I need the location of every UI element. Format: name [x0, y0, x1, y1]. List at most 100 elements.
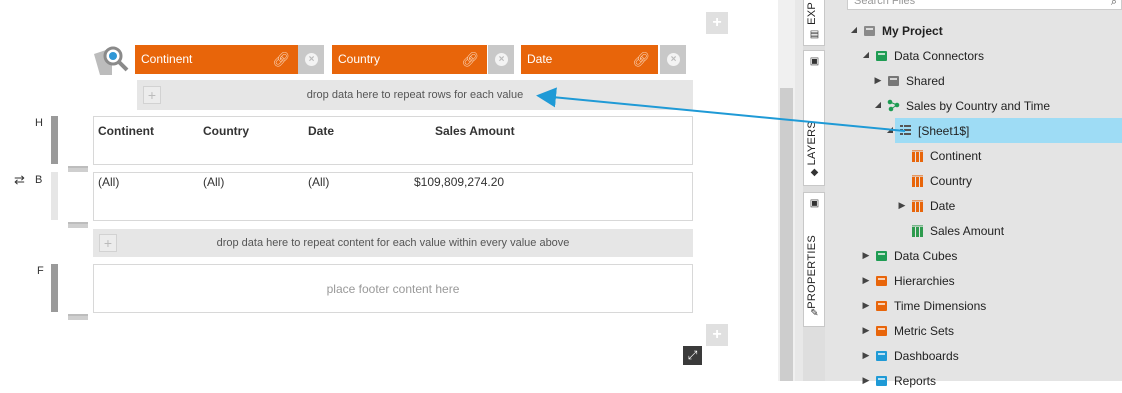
header-section-bar[interactable]	[51, 116, 58, 164]
expand-arrow-icon[interactable]: ▶	[897, 200, 907, 210]
link-icon[interactable]: 🔗︎	[272, 45, 290, 74]
tree-item-label: Date	[930, 199, 956, 213]
body-cell-continent[interactable]: (All)	[98, 175, 119, 189]
footer-band[interactable]: place footer content here	[93, 264, 693, 313]
scrollbar-thumb[interactable]	[780, 88, 793, 381]
data-cubes-icon	[875, 249, 888, 262]
tree-item-label: Dashboards	[894, 349, 959, 363]
report-canvas: + Continent 🔗︎ × Country 🔗︎ × Date 🔗︎ × …	[0, 0, 778, 381]
section-label-footer: F	[37, 265, 44, 277]
pencil-icon: ✎	[810, 308, 819, 319]
close-icon: ×	[667, 53, 680, 66]
expand-arrow-icon[interactable]: ▶	[861, 350, 871, 360]
expand-arrow-icon[interactable]: ▶	[861, 275, 871, 285]
remove-filter-date[interactable]: ×	[660, 45, 686, 74]
collapse-arrow-icon[interactable]: ◢	[861, 50, 871, 60]
layers-icon: ◆	[810, 167, 819, 178]
footer-section-bar[interactable]	[51, 264, 58, 312]
tree-item-label: Sales by Country and Time	[906, 99, 1051, 113]
footer-placeholder: place footer content here	[326, 282, 460, 296]
tree-item[interactable]: Country	[825, 168, 1122, 193]
tree-item-label: Sales Amount	[930, 224, 1005, 238]
link-icon[interactable]: 🔗︎	[461, 45, 479, 74]
expand-icon[interactable]: ⤢	[683, 346, 702, 365]
add-top-button[interactable]: +	[706, 12, 728, 34]
remove-filter-continent[interactable]: ×	[298, 45, 324, 74]
project-icon	[863, 24, 876, 37]
canvas-scrollbar[interactable]	[778, 0, 795, 381]
drop-zone-rows[interactable]: + drop data here to repeat rows for each…	[137, 80, 693, 110]
column-icon	[911, 149, 924, 162]
tree-item[interactable]: ▶ Date	[825, 193, 1122, 218]
minimize-icon: ▣	[809, 198, 820, 209]
side-tabs: EXP ▤ ▣ LAYERS ◆ ▣ PROPERTIES ✎	[803, 0, 825, 381]
tree-item[interactable]: Sales Amount	[825, 218, 1122, 243]
expand-arrow-icon[interactable]: ▶	[861, 325, 871, 335]
filter-country[interactable]: Country 🔗︎	[332, 45, 487, 74]
body-cell-sales-amount[interactable]: $109,809,274.20	[414, 175, 504, 189]
search-input[interactable]: Search Files ⌕	[847, 0, 1122, 10]
header-cell-continent[interactable]: Continent	[98, 124, 154, 138]
add-bottom-button[interactable]: +	[706, 324, 728, 346]
tree-item-label: Country	[930, 174, 973, 188]
tree-item[interactable]: ◢ [Sheet1$]	[887, 118, 1122, 143]
header-resize-handle[interactable]	[68, 166, 88, 172]
tree-item-label: Time Dimensions	[894, 299, 987, 313]
tree-item[interactable]: ◢ Data Connectors	[825, 43, 1122, 68]
header-band[interactable]: Continent Country Date Sales Amount	[93, 116, 693, 165]
tree-item-label: My Project	[882, 24, 943, 38]
body-cell-date[interactable]: (All)	[308, 175, 329, 189]
link-icon[interactable]: 🔗︎	[632, 45, 650, 74]
collapse-arrow-icon[interactable]: ◢	[885, 125, 895, 135]
tab-layers[interactable]: ▣ LAYERS ◆	[803, 50, 825, 186]
tree-item[interactable]: ▶ Time Dimensions	[825, 293, 1122, 318]
explorer-icon: ▤	[809, 29, 820, 40]
column-icon	[911, 174, 924, 187]
drop-zone-rows-text: drop data here to repeat rows for each v…	[306, 89, 524, 101]
header-cell-country[interactable]: Country	[203, 124, 249, 138]
tab-properties[interactable]: ▣ PROPERTIES ✎	[803, 192, 825, 327]
filter-continent[interactable]: Continent 🔗︎	[135, 45, 298, 74]
section-label-body: B	[35, 174, 43, 186]
tree-item[interactable]: ▶ Data Cubes	[825, 243, 1122, 268]
tree-item-label: Continent	[930, 149, 982, 163]
repeat-icon[interactable]: ⇄	[14, 172, 25, 188]
panel-splitter[interactable]	[795, 0, 803, 381]
tree-item[interactable]: ▶ Dashboards	[825, 343, 1122, 368]
expand-arrow-icon[interactable]: ▶	[861, 375, 871, 385]
data-connectors-icon	[875, 49, 888, 62]
expand-arrow-icon[interactable]: ▶	[861, 300, 871, 310]
tree-item[interactable]: ◢ My Project	[825, 18, 1122, 43]
remove-filter-country[interactable]: ×	[488, 45, 514, 74]
connection-icon	[887, 99, 900, 112]
minimize-icon: ▣	[809, 56, 820, 67]
project-tree-panel: Search Files ⌕ ◢ My Project ◢ Data Connector…	[825, 0, 1122, 388]
body-resize-handle[interactable]	[68, 222, 88, 228]
tree-item[interactable]: Continent	[825, 143, 1122, 168]
body-cell-country[interactable]: (All)	[203, 175, 224, 189]
collapse-arrow-icon[interactable]: ◢	[873, 100, 883, 110]
tree-item-label: Data Connectors	[894, 49, 985, 63]
footer-resize-handle[interactable]	[68, 314, 88, 320]
date-column-icon	[911, 199, 924, 212]
header-cell-sales-amount[interactable]: Sales Amount	[435, 124, 515, 138]
tree-item-label: Hierarchies	[894, 274, 955, 288]
tree-item[interactable]: ▶ Hierarchies	[825, 268, 1122, 293]
time-dimensions-icon	[875, 299, 888, 312]
collapse-arrow-icon[interactable]: ◢	[849, 25, 859, 35]
expand-arrow-icon[interactable]: ▶	[861, 250, 871, 260]
tree-item-label: Reports	[894, 374, 937, 388]
drop-zone-content[interactable]: + drop data here to repeat content for e…	[93, 229, 693, 257]
tree-item[interactable]: ▶ Metric Sets	[825, 318, 1122, 343]
expand-arrow-icon[interactable]: ▶	[873, 75, 883, 85]
hierarchies-icon	[875, 274, 888, 287]
tree-item[interactable]: ▶ Shared	[825, 68, 1122, 93]
header-cell-date[interactable]: Date	[308, 124, 334, 138]
filter-date[interactable]: Date 🔗︎	[521, 45, 658, 74]
body-band[interactable]: (All) (All) (All) $109,809,274.20	[93, 172, 693, 221]
tab-explorer[interactable]: EXP ▤	[803, 0, 825, 46]
body-section-bar[interactable]	[51, 172, 58, 220]
tree-item[interactable]: ◢ Sales by Country and Time	[825, 93, 1122, 118]
metric-sets-icon	[875, 324, 888, 337]
search-icon[interactable]: ⌕	[1111, 0, 1117, 10]
